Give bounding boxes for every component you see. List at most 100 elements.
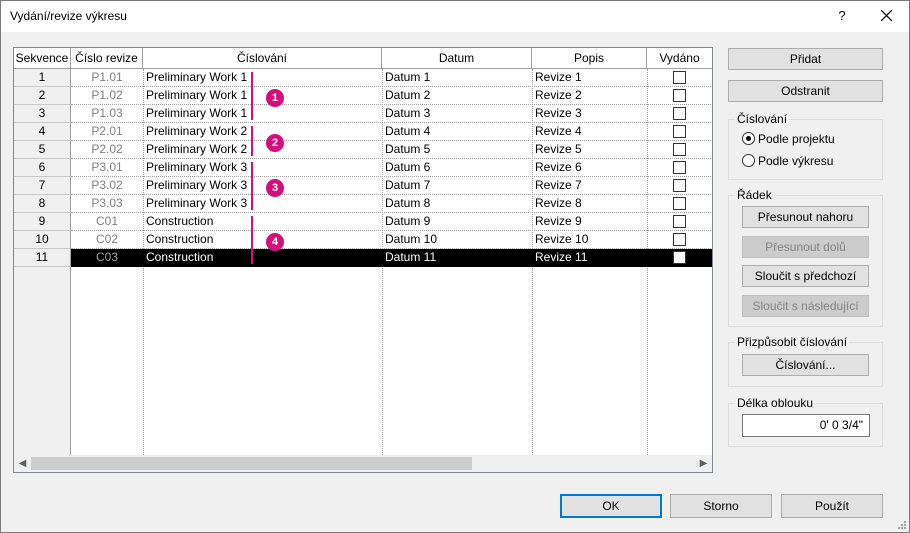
numbering-cell[interactable]: Preliminary Work 1 (146, 87, 379, 105)
scroll-right-icon[interactable]: ▶ (695, 455, 712, 472)
date-cell[interactable]: Datum 1 (385, 69, 529, 87)
description-cell[interactable]: Revize 7 (535, 177, 644, 195)
column-header-numbering[interactable]: Číslování (143, 48, 382, 69)
description-cell[interactable]: Revize 4 (535, 123, 644, 141)
issued-checkbox[interactable] (673, 215, 686, 228)
resize-grip-icon[interactable] (896, 519, 906, 529)
numbering-cell[interactable]: Preliminary Work 3 (146, 159, 379, 177)
date-cell[interactable]: Datum 7 (385, 177, 529, 195)
table-row[interactable]: 10 C02 Construction Datum 10 Revize 10 (14, 231, 712, 249)
row-sequence-cell[interactable]: 7 (14, 177, 71, 195)
close-button[interactable] (865, 3, 909, 29)
date-cell[interactable]: Datum 3 (385, 105, 529, 123)
revision-number-cell[interactable]: P3.01 (74, 159, 140, 177)
date-cell[interactable]: Datum 9 (385, 213, 529, 231)
revision-number-cell[interactable]: C02 (74, 231, 140, 249)
numbering-cell[interactable]: Preliminary Work 1 (146, 105, 379, 123)
description-cell[interactable]: Revize 6 (535, 159, 644, 177)
issued-checkbox[interactable] (673, 143, 686, 156)
row-sequence-cell[interactable]: 11 (14, 249, 71, 267)
numbering-cell[interactable]: Preliminary Work 2 (146, 141, 379, 159)
description-cell[interactable]: Revize 8 (535, 195, 644, 213)
row-sequence-cell[interactable]: 8 (14, 195, 71, 213)
table-row[interactable]: 6 P3.01 Preliminary Work 3 Datum 6 Revize 6 (14, 159, 712, 177)
table-row[interactable]: 3 P1.03 Preliminary Work 1 Datum 3 Revize 3 (14, 105, 712, 123)
date-cell[interactable]: Datum 11 (385, 249, 529, 267)
arc-length-field[interactable]: 0' 0 3/4" (742, 414, 870, 437)
numbering-cell[interactable]: Preliminary Work 3 (146, 195, 379, 213)
column-header-sequence[interactable]: Sekvence (14, 48, 71, 69)
description-cell[interactable]: Revize 9 (535, 213, 644, 231)
issued-checkbox[interactable] (673, 125, 686, 138)
numbering-cell[interactable]: Preliminary Work 2 (146, 123, 379, 141)
revision-number-cell[interactable]: P3.02 (74, 177, 140, 195)
radio-by-sheet[interactable] (742, 154, 755, 167)
table-row[interactable]: 7 P3.02 Preliminary Work 3 Datum 7 Revize 7 (14, 177, 712, 195)
description-cell[interactable]: Revize 11 (535, 249, 644, 267)
radio-by-project[interactable] (742, 132, 755, 145)
merge-next-button[interactable]: Sloučit s následující (742, 295, 869, 317)
table-row[interactable]: 11 C03 Construction Datum 11 Revize 11 (14, 249, 712, 267)
column-header-revision-number[interactable]: Číslo revize (71, 48, 143, 69)
apply-button[interactable]: Použít (781, 494, 883, 518)
row-sequence-cell[interactable]: 6 (14, 159, 71, 177)
revision-number-cell[interactable]: P1.01 (74, 69, 140, 87)
numbering-cell[interactable]: Construction (146, 249, 379, 267)
column-header-date[interactable]: Datum (382, 48, 532, 69)
numbering-cell[interactable]: Preliminary Work 3 (146, 177, 379, 195)
row-sequence-cell[interactable]: 10 (14, 231, 71, 249)
table-row[interactable]: 8 P3.03 Preliminary Work 3 Datum 8 Revize 8 (14, 195, 712, 213)
description-cell[interactable]: Revize 3 (535, 105, 644, 123)
description-cell[interactable]: Revize 10 (535, 231, 644, 249)
row-sequence-cell[interactable]: 3 (14, 105, 71, 123)
description-cell[interactable]: Revize 1 (535, 69, 644, 87)
scrollbar-thumb[interactable] (31, 457, 472, 470)
horizontal-scrollbar[interactable]: ◀ ▶ (14, 455, 712, 472)
row-sequence-cell[interactable]: 5 (14, 141, 71, 159)
date-cell[interactable]: Datum 6 (385, 159, 529, 177)
issued-checkbox[interactable] (673, 179, 686, 192)
remove-button[interactable]: Odstranit (728, 80, 883, 102)
date-cell[interactable]: Datum 8 (385, 195, 529, 213)
row-sequence-cell[interactable]: 1 (14, 69, 71, 87)
revision-number-cell[interactable]: C01 (74, 213, 140, 231)
description-cell[interactable]: Revize 5 (535, 141, 644, 159)
table-row[interactable]: 4 P2.01 Preliminary Work 2 Datum 4 Revize 4 (14, 123, 712, 141)
issued-checkbox[interactable] (673, 89, 686, 102)
column-header-issued[interactable]: Vydáno (647, 48, 712, 69)
merge-previous-button[interactable]: Sloučit s předchozí (742, 265, 869, 287)
numbering-dialog-button[interactable]: Číslování... (742, 354, 869, 376)
row-sequence-cell[interactable]: 4 (14, 123, 71, 141)
issued-checkbox[interactable] (673, 107, 686, 120)
row-sequence-cell[interactable]: 2 (14, 87, 71, 105)
date-cell[interactable]: Datum 2 (385, 87, 529, 105)
ok-button[interactable]: OK (560, 494, 662, 518)
numbering-cell[interactable]: Construction (146, 231, 379, 249)
table-row[interactable]: 2 P1.02 Preliminary Work 1 Datum 2 Revize 2 (14, 87, 712, 105)
table-row[interactable]: 9 C01 Construction Datum 9 Revize 9 (14, 213, 712, 231)
table-row[interactable]: 1 P1.01 Preliminary Work 1 Datum 1 Revize 1 (14, 69, 712, 87)
move-up-button[interactable]: Přesunout nahoru (742, 206, 869, 228)
revision-number-cell[interactable]: P2.01 (74, 123, 140, 141)
issued-checkbox[interactable] (673, 161, 686, 174)
issued-checkbox[interactable] (673, 251, 686, 264)
row-sequence-cell[interactable]: 9 (14, 213, 71, 231)
scroll-left-icon[interactable]: ◀ (14, 455, 31, 472)
help-button[interactable]: ? (825, 3, 859, 29)
revision-number-cell[interactable]: C03 (74, 249, 140, 267)
date-cell[interactable]: Datum 10 (385, 231, 529, 249)
description-cell[interactable]: Revize 2 (535, 87, 644, 105)
column-header-description[interactable]: Popis (532, 48, 647, 69)
date-cell[interactable]: Datum 4 (385, 123, 529, 141)
revision-number-cell[interactable]: P1.02 (74, 87, 140, 105)
revision-number-cell[interactable]: P2.02 (74, 141, 140, 159)
revisions-table[interactable]: ◀ ▶ Sekvence Číslo revize Číslování Datum Po… (13, 47, 713, 473)
numbering-cell[interactable]: Construction (146, 213, 379, 231)
add-button[interactable]: Přidat (728, 48, 883, 70)
move-down-button[interactable]: Přesunout dolů (742, 236, 869, 258)
issued-checkbox[interactable] (673, 233, 686, 246)
revision-number-cell[interactable]: P3.03 (74, 195, 140, 213)
issued-checkbox[interactable] (673, 71, 686, 84)
revision-number-cell[interactable]: P1.03 (74, 105, 140, 123)
cancel-button[interactable]: Storno (670, 494, 772, 518)
